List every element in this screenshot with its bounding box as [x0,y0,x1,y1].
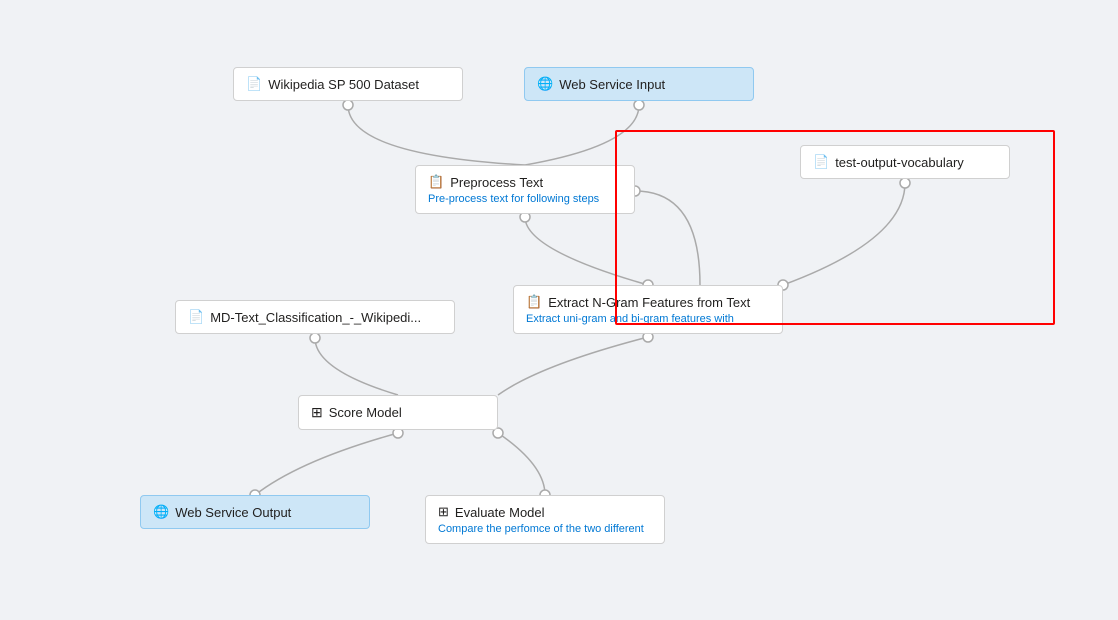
pipeline-canvas: 📄 Wikipedia SP 500 Dataset 🌐 Web Service… [0,0,1118,620]
web-service-output-icon: 🌐 [153,504,169,520]
evaluate-model-title: ⊞ Evaluate Model [438,504,652,520]
extract-ngram-title: 📋 Extract N-Gram Features from Text [526,294,770,310]
wikipedia-title: 📄 Wikipedia SP 500 Dataset [246,76,450,92]
test-output-vocabulary-node[interactable]: 📄 test-output-vocabulary [800,145,1010,179]
web-service-output-node[interactable]: 🌐 Web Service Output [140,495,370,529]
test-output-vocabulary-icon: 📄 [813,154,829,170]
wikipedia-node[interactable]: 📄 Wikipedia SP 500 Dataset [233,67,463,101]
web-service-output-title: 🌐 Web Service Output [153,504,357,520]
md-text-classification-node[interactable]: 📄 MD-Text_Classification_-_Wikipedi... [175,300,455,334]
md-text-title: 📄 MD-Text_Classification_-_Wikipedi... [188,309,442,325]
web-service-input-node[interactable]: 🌐 Web Service Input [524,67,754,101]
score-model-node[interactable]: ⊞ Score Model [298,395,498,430]
test-output-vocabulary-title: 📄 test-output-vocabulary [813,154,997,170]
preprocess-text-node[interactable]: 📋 Preprocess Text Pre-process text for f… [415,165,635,214]
web-service-input-icon: 🌐 [537,76,553,92]
extract-ngram-node[interactable]: 📋 Extract N-Gram Features from Text Extr… [513,285,783,334]
preprocess-text-icon: 📋 [428,174,444,190]
web-service-input-title: 🌐 Web Service Input [537,76,741,92]
preprocess-text-subtitle: Pre-process text for following steps [428,193,622,205]
evaluate-model-node[interactable]: ⊞ Evaluate Model Compare the perfomce of… [425,495,665,544]
evaluate-model-subtitle: Compare the perfomce of the two differen… [438,523,652,535]
score-model-title: ⊞ Score Model [311,404,485,421]
preprocess-text-title: 📋 Preprocess Text [428,174,622,190]
wikipedia-icon: 📄 [246,76,262,92]
evaluate-model-icon: ⊞ [438,504,449,520]
score-model-icon: ⊞ [311,404,323,421]
md-text-icon: 📄 [188,309,204,325]
extract-ngram-icon: 📋 [526,294,542,310]
extract-ngram-subtitle: Extract uni-gram and bi-gram features wi… [526,313,770,325]
